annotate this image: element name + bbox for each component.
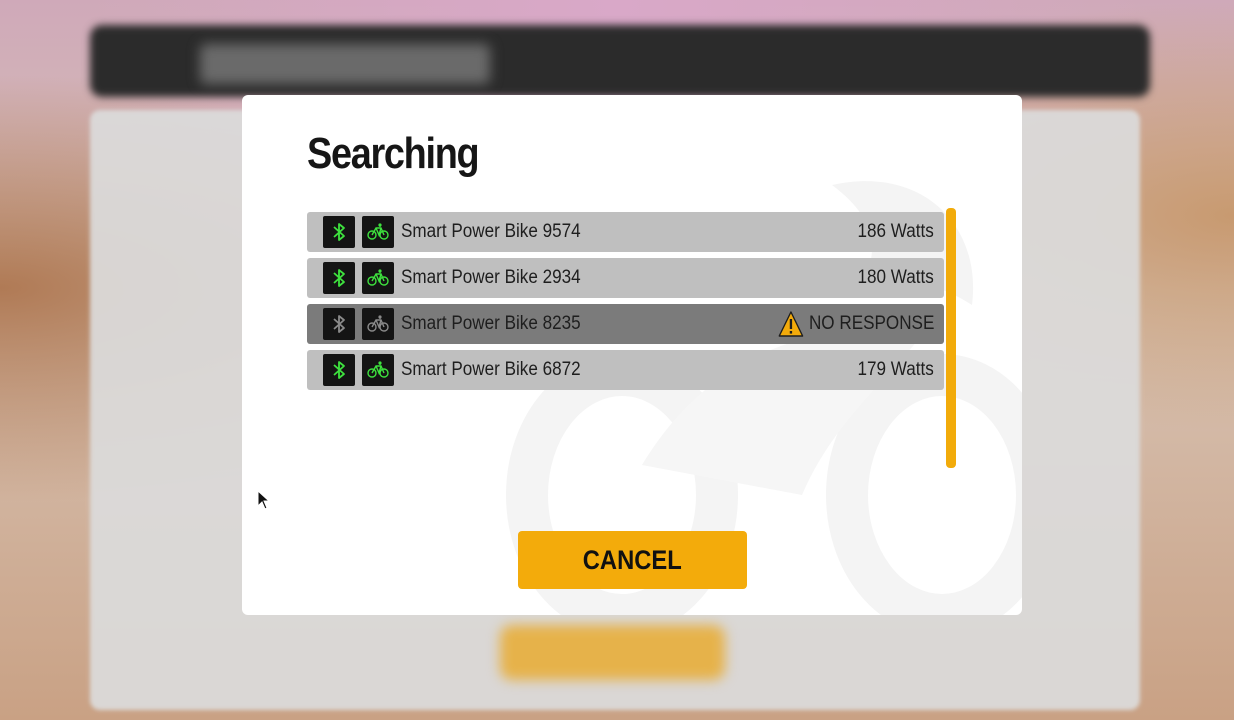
device-status: NO RESPONSE (778, 304, 934, 344)
device-status-text: NO RESPONSE (808, 313, 934, 334)
bike-icon (362, 308, 394, 340)
warning-icon (778, 311, 803, 337)
device-power: 180 Watts (858, 258, 934, 298)
background-top-bar-title (200, 44, 490, 84)
scrollbar-thumb[interactable] (946, 208, 956, 468)
device-power-value: 186 Watts (857, 221, 934, 242)
cancel-button[interactable]: CANCEL (518, 531, 747, 589)
bike-icon (362, 216, 394, 248)
device-power-value: 180 Watts (857, 267, 934, 288)
device-name: Smart Power Bike 6872 (401, 359, 581, 380)
device-name: Smart Power Bike 2934 (401, 267, 581, 288)
device-list: Smart Power Bike 9574 186 Watts Smart Po… (307, 212, 944, 396)
device-row[interactable]: Smart Power Bike 9574 186 Watts (307, 212, 944, 252)
device-power-value: 179 Watts (857, 359, 934, 380)
bluetooth-icon (323, 308, 355, 340)
device-list-scrollbar[interactable] (946, 208, 956, 468)
bike-icon (362, 354, 394, 386)
dialog-title: Searching (307, 129, 480, 178)
device-row[interactable]: Smart Power Bike 2934 180 Watts (307, 258, 944, 298)
device-row[interactable]: Smart Power Bike 6872 179 Watts (307, 350, 944, 390)
bluetooth-icon (323, 216, 355, 248)
device-row-no-response[interactable]: Smart Power Bike 8235 NO RESPONSE (307, 304, 944, 344)
device-name: Smart Power Bike 8235 (401, 313, 581, 334)
bluetooth-icon (323, 354, 355, 386)
background-button (500, 625, 725, 680)
cancel-button-label: CANCEL (583, 544, 682, 575)
bike-icon (362, 262, 394, 294)
searching-dialog: Searching Smart Power Bike 9574 186 Watt… (242, 95, 1022, 615)
device-power: 179 Watts (858, 350, 934, 390)
device-name: Smart Power Bike 9574 (401, 221, 581, 242)
mouse-pointer-icon (257, 490, 271, 510)
bluetooth-icon (323, 262, 355, 294)
device-power: 186 Watts (858, 212, 934, 252)
